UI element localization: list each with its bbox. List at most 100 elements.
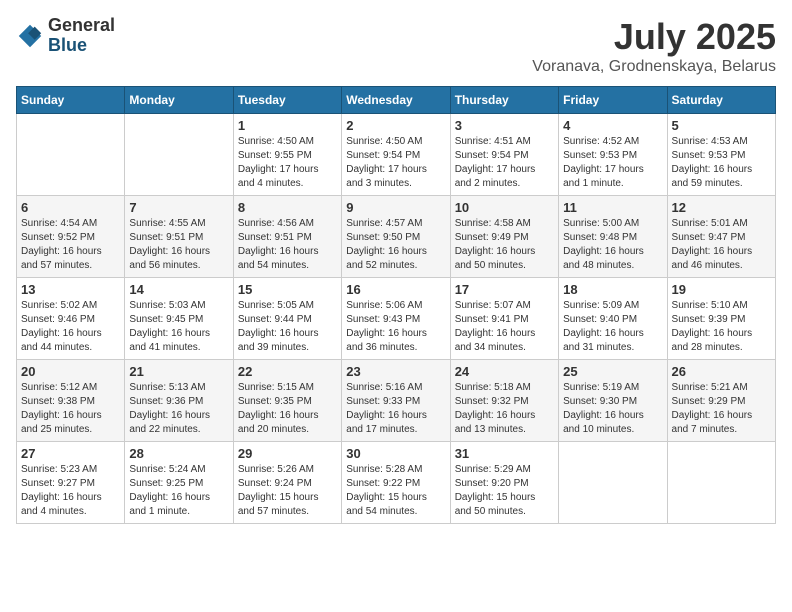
calendar-cell: 12Sunrise: 5:01 AM Sunset: 9:47 PM Dayli…	[667, 196, 775, 278]
calendar-week-5: 27 Sunrise: 5:23 AM Sunset: 9:27 PM Dayli…	[17, 442, 776, 524]
calendar-cell	[125, 114, 233, 196]
logo: General Blue	[16, 16, 115, 56]
calendar-cell: 2 Sunrise: 4:50 AM Sunset: 9:54 PM Daylig…	[342, 114, 450, 196]
calendar-cell: 9 Sunrise: 4:57 AM Sunset: 9:50 PM Daylig…	[342, 196, 450, 278]
day-info: Sunrise: 5:03 AM Sunset: 9:45 PM Dayligh…	[129, 299, 228, 355]
day-info: Sunrise: 5:01 AM Sunset: 9:47 PM Dayligh…	[672, 217, 771, 273]
location-title: Voranava, Grodnenskaya, Belarus	[532, 58, 776, 76]
calendar-cell: 15 Sunrise: 5:05 AM Sunset: 9:44 PM Dayli…	[233, 278, 341, 360]
calendar-cell: 31 Sunrise: 5:29 AM Sunset: 9:20 PM Dayli…	[450, 442, 558, 524]
day-number: 2	[346, 118, 445, 133]
day-info: Sunrise: 5:18 AM Sunset: 9:32 PM Dayligh…	[455, 381, 554, 437]
weekday-header-saturday: Saturday	[667, 87, 775, 114]
logo-general: General	[48, 16, 115, 36]
day-info: Sunrise: 4:57 AM Sunset: 9:50 PM Dayligh…	[346, 217, 445, 273]
day-info: Sunrise: 5:23 AM Sunset: 9:27 PM Dayligh…	[21, 463, 120, 519]
day-info: Sunrise: 5:00 AM Sunset: 9:48 PM Dayligh…	[563, 217, 662, 273]
calendar-cell: 28Sunrise: 5:24 AM Sunset: 9:25 PM Dayli…	[125, 442, 233, 524]
calendar-week-1: 1 Sunrise: 4:50 AM Sunset: 9:55 PM Daylig…	[17, 114, 776, 196]
day-number: 4	[563, 118, 662, 133]
day-number: 10	[455, 200, 554, 215]
calendar-cell: 26 Sunrise: 5:21 AM Sunset: 9:29 PM Dayli…	[667, 360, 775, 442]
day-info: Sunrise: 4:54 AM Sunset: 9:52 PM Dayligh…	[21, 217, 120, 273]
calendar-cell: 4 Sunrise: 4:52 AM Sunset: 9:53 PM Daylig…	[559, 114, 667, 196]
calendar-cell: 16 Sunrise: 5:06 AM Sunset: 9:43 PM Dayli…	[342, 278, 450, 360]
day-number: 20	[21, 364, 120, 379]
day-info: Sunrise: 5:05 AM Sunset: 9:44 PM Dayligh…	[238, 299, 337, 355]
day-number: 17	[455, 282, 554, 297]
day-info: Sunrise: 5:06 AM Sunset: 9:43 PM Dayligh…	[346, 299, 445, 355]
day-info: Sunrise: 4:56 AM Sunset: 9:51 PM Dayligh…	[238, 217, 337, 273]
day-number: 18	[563, 282, 662, 297]
day-info: Sunrise: 5:29 AM Sunset: 9:20 PM Dayligh…	[455, 463, 554, 519]
calendar-cell: 11Sunrise: 5:00 AM Sunset: 9:48 PM Dayli…	[559, 196, 667, 278]
calendar-cell: 29Sunrise: 5:26 AM Sunset: 9:24 PM Dayli…	[233, 442, 341, 524]
calendar-body: 1 Sunrise: 4:50 AM Sunset: 9:55 PM Daylig…	[17, 114, 776, 524]
calendar-week-4: 20 Sunrise: 5:12 AM Sunset: 9:38 PM Dayli…	[17, 360, 776, 442]
calendar-cell: 3 Sunrise: 4:51 AM Sunset: 9:54 PM Daylig…	[450, 114, 558, 196]
calendar-cell: 1 Sunrise: 4:50 AM Sunset: 9:55 PM Daylig…	[233, 114, 341, 196]
day-info: Sunrise: 5:16 AM Sunset: 9:33 PM Dayligh…	[346, 381, 445, 437]
calendar-cell	[17, 114, 125, 196]
calendar-cell: 23 Sunrise: 5:16 AM Sunset: 9:33 PM Dayli…	[342, 360, 450, 442]
calendar-cell: 5 Sunrise: 4:53 AM Sunset: 9:53 PM Daylig…	[667, 114, 775, 196]
day-info: Sunrise: 5:21 AM Sunset: 9:29 PM Dayligh…	[672, 381, 771, 437]
day-number: 21	[129, 364, 228, 379]
calendar-cell: 17Sunrise: 5:07 AM Sunset: 9:41 PM Dayli…	[450, 278, 558, 360]
day-number: 16	[346, 282, 445, 297]
day-number: 23	[346, 364, 445, 379]
day-number: 26	[672, 364, 771, 379]
calendar-cell: 6 Sunrise: 4:54 AM Sunset: 9:52 PM Daylig…	[17, 196, 125, 278]
day-info: Sunrise: 5:09 AM Sunset: 9:40 PM Dayligh…	[563, 299, 662, 355]
title-block: July 2025 Voranava, Grodnenskaya, Belaru…	[532, 16, 776, 76]
day-number: 6	[21, 200, 120, 215]
day-number: 9	[346, 200, 445, 215]
calendar-cell: 7 Sunrise: 4:55 AM Sunset: 9:51 PM Daylig…	[125, 196, 233, 278]
day-number: 28	[129, 446, 228, 461]
day-number: 3	[455, 118, 554, 133]
calendar-cell: 25Sunrise: 5:19 AM Sunset: 9:30 PM Dayli…	[559, 360, 667, 442]
calendar-cell: 8 Sunrise: 4:56 AM Sunset: 9:51 PM Daylig…	[233, 196, 341, 278]
day-info: Sunrise: 5:02 AM Sunset: 9:46 PM Dayligh…	[21, 299, 120, 355]
calendar-cell: 22Sunrise: 5:15 AM Sunset: 9:35 PM Dayli…	[233, 360, 341, 442]
calendar-cell: 13Sunrise: 5:02 AM Sunset: 9:46 PM Dayli…	[17, 278, 125, 360]
day-info: Sunrise: 5:12 AM Sunset: 9:38 PM Dayligh…	[21, 381, 120, 437]
day-number: 1	[238, 118, 337, 133]
day-info: Sunrise: 5:26 AM Sunset: 9:24 PM Dayligh…	[238, 463, 337, 519]
day-info: Sunrise: 5:19 AM Sunset: 9:30 PM Dayligh…	[563, 381, 662, 437]
page-header: General Blue July 2025 Voranava, Grodnen…	[16, 16, 776, 76]
day-info: Sunrise: 4:58 AM Sunset: 9:49 PM Dayligh…	[455, 217, 554, 273]
day-info: Sunrise: 5:13 AM Sunset: 9:36 PM Dayligh…	[129, 381, 228, 437]
logo-icon	[16, 22, 44, 50]
calendar-cell: 19 Sunrise: 5:10 AM Sunset: 9:39 PM Dayli…	[667, 278, 775, 360]
day-info: Sunrise: 4:51 AM Sunset: 9:54 PM Dayligh…	[455, 135, 554, 191]
day-info: Sunrise: 4:52 AM Sunset: 9:53 PM Dayligh…	[563, 135, 662, 191]
day-info: Sunrise: 4:55 AM Sunset: 9:51 PM Dayligh…	[129, 217, 228, 273]
day-number: 15	[238, 282, 337, 297]
weekday-header-wednesday: Wednesday	[342, 87, 450, 114]
calendar: SundayMondayTuesdayWednesdayThursdayFrid…	[16, 86, 776, 524]
day-info: Sunrise: 4:50 AM Sunset: 9:54 PM Dayligh…	[346, 135, 445, 191]
day-number: 31	[455, 446, 554, 461]
calendar-header: SundayMondayTuesdayWednesdayThursdayFrid…	[17, 87, 776, 114]
weekday-header-sunday: Sunday	[17, 87, 125, 114]
month-title: July 2025	[532, 16, 776, 58]
calendar-cell: 30Sunrise: 5:28 AM Sunset: 9:22 PM Dayli…	[342, 442, 450, 524]
day-number: 19	[672, 282, 771, 297]
day-number: 7	[129, 200, 228, 215]
day-info: Sunrise: 4:53 AM Sunset: 9:53 PM Dayligh…	[672, 135, 771, 191]
weekday-header-monday: Monday	[125, 87, 233, 114]
calendar-cell: 18 Sunrise: 5:09 AM Sunset: 9:40 PM Dayli…	[559, 278, 667, 360]
calendar-cell: 21 Sunrise: 5:13 AM Sunset: 9:36 PM Dayli…	[125, 360, 233, 442]
day-number: 22	[238, 364, 337, 379]
calendar-cell	[667, 442, 775, 524]
day-number: 5	[672, 118, 771, 133]
day-info: Sunrise: 5:10 AM Sunset: 9:39 PM Dayligh…	[672, 299, 771, 355]
calendar-week-3: 13Sunrise: 5:02 AM Sunset: 9:46 PM Dayli…	[17, 278, 776, 360]
day-number: 24	[455, 364, 554, 379]
calendar-cell	[559, 442, 667, 524]
day-number: 8	[238, 200, 337, 215]
header-row: SundayMondayTuesdayWednesdayThursdayFrid…	[17, 87, 776, 114]
day-number: 27	[21, 446, 120, 461]
day-info: Sunrise: 4:50 AM Sunset: 9:55 PM Dayligh…	[238, 135, 337, 191]
